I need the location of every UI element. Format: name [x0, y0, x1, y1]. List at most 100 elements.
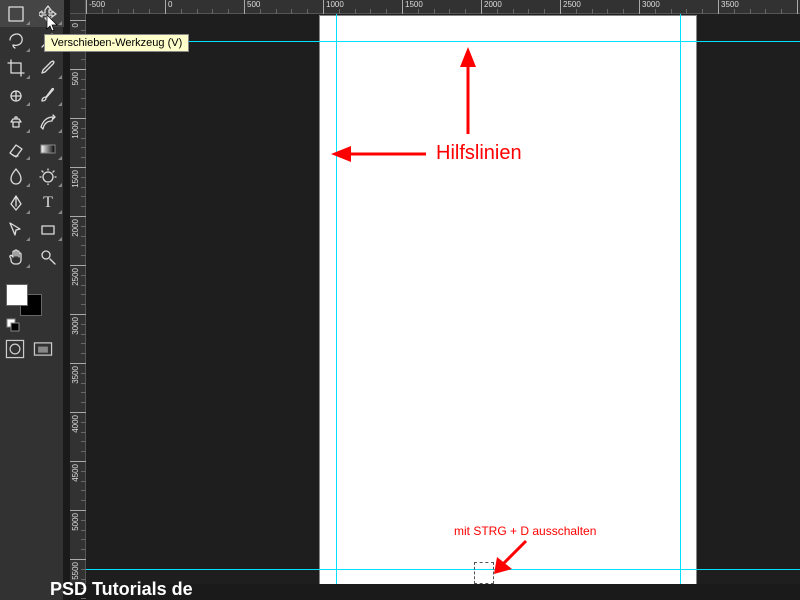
ruler-tick: 500 — [244, 0, 245, 14]
ruler-tick-label: 3500 — [721, 0, 739, 9]
ruler-tick: 5500 — [70, 559, 86, 560]
eraser-icon — [7, 140, 25, 158]
dodge-tool[interactable] — [32, 162, 64, 189]
pen-icon — [7, 194, 25, 212]
ruler-tick-label: 500 — [247, 0, 260, 9]
ruler-tick-label: 5500 — [72, 562, 80, 580]
ruler-tick-label: 3000 — [72, 317, 80, 335]
ruler-tick-label: 1500 — [72, 170, 80, 188]
zoom-icon — [39, 248, 57, 266]
clone-stamp-icon — [7, 113, 25, 131]
ruler-tick-label: 1000 — [72, 121, 80, 139]
type-icon: T — [43, 194, 53, 212]
ruler-horizontal[interactable]: -500050010001500200025003000350040004500 — [86, 0, 800, 14]
blur-icon — [7, 167, 25, 185]
tooltip-text: Verschieben-Werkzeug (V) — [51, 37, 182, 49]
blur-tool[interactable] — [0, 162, 32, 189]
rectangular-marquee-icon — [7, 5, 25, 23]
rectangle-tool[interactable] — [32, 216, 64, 243]
move-tool[interactable] — [32, 0, 64, 27]
ruler-tick: 2500 — [560, 0, 561, 14]
hand-icon — [7, 248, 25, 266]
guide-vertical[interactable] — [680, 14, 681, 584]
color-swatches[interactable] — [6, 284, 36, 314]
ruler-tick: 2500 — [70, 265, 86, 266]
path-selection-icon — [7, 221, 25, 239]
tool-tooltip: Verschieben-Werkzeug (V) — [44, 34, 189, 52]
canvas-area[interactable]: Hilfslinien mit STRG + D ausschalten — [86, 14, 800, 584]
ruler-tick-label: 0 — [72, 23, 80, 27]
ruler-tick-label: 2000 — [72, 219, 80, 237]
ruler-tick: 3000 — [70, 314, 86, 315]
selection-marquee — [474, 562, 494, 584]
healing-brush-icon — [7, 86, 25, 104]
eyedropper-tool[interactable] — [32, 54, 64, 81]
ruler-tick: 3500 — [718, 0, 719, 14]
clone-stamp-tool[interactable] — [0, 108, 32, 135]
annotation-ctrl-d: mit STRG + D ausschalten — [454, 524, 596, 538]
ruler-tick-label: 5000 — [72, 513, 80, 531]
ruler-tick: 500 — [70, 69, 86, 70]
annotation-guides-label: Hilfslinien — [436, 142, 522, 165]
eyedropper-icon — [39, 59, 57, 77]
document-canvas[interactable] — [320, 16, 696, 584]
ruler-tick-label: 2000 — [484, 0, 502, 9]
ruler-tick-label: 1500 — [405, 0, 423, 9]
dodge-icon — [39, 167, 57, 185]
path-selection-tool[interactable] — [0, 216, 32, 243]
eraser-tool[interactable] — [0, 135, 32, 162]
ruler-tick: 3000 — [639, 0, 640, 14]
ruler-tick: 5000 — [70, 510, 86, 511]
crop-icon — [7, 59, 25, 77]
pen-tool[interactable] — [0, 189, 32, 216]
crop-tool[interactable] — [0, 54, 32, 81]
rectangle-icon — [39, 221, 57, 239]
ruler-tick-label: 1000 — [326, 0, 344, 9]
ruler-tick-label: 2500 — [72, 268, 80, 286]
ruler-origin-corner[interactable] — [70, 0, 86, 14]
guide-vertical[interactable] — [336, 14, 337, 584]
lasso-icon — [7, 32, 25, 50]
ruler-tick: 2000 — [481, 0, 482, 14]
ruler-tick-label: 4500 — [72, 464, 80, 482]
ruler-tick-label: -500 — [89, 0, 105, 9]
brush-tool[interactable] — [32, 81, 64, 108]
history-brush-icon — [39, 113, 57, 131]
brush-icon — [39, 86, 57, 104]
move-icon — [39, 5, 57, 23]
default-colors-icon[interactable] — [6, 318, 20, 332]
ruler-tick: 0 — [165, 0, 166, 14]
zoom-tool[interactable] — [32, 243, 64, 270]
ruler-tick: 1500 — [402, 0, 403, 14]
ruler-tick: 4500 — [70, 461, 86, 462]
ruler-tick-label: 2500 — [563, 0, 581, 9]
ruler-tick: 1000 — [70, 118, 86, 119]
quickmask-icon[interactable] — [4, 338, 26, 360]
guide-horizontal[interactable] — [86, 569, 800, 570]
ruler-tick: 4000 — [797, 0, 798, 14]
rectangular-marquee-tool[interactable] — [0, 0, 32, 27]
ruler-tick: 1000 — [323, 0, 324, 14]
type-tool[interactable]: T — [32, 189, 64, 216]
watermark-text: PSD Tutorials de — [50, 579, 193, 600]
guide-horizontal[interactable] — [86, 41, 800, 42]
ruler-tick-label: 3500 — [72, 366, 80, 384]
ruler-tick: 1500 — [70, 167, 86, 168]
ruler-tick: 3500 — [70, 363, 86, 364]
gradient-tool[interactable] — [32, 135, 64, 162]
tool-toolbar: T — [0, 0, 64, 600]
ruler-tick-label: 500 — [72, 72, 80, 85]
ruler-tick-label: 4000 — [72, 415, 80, 433]
history-brush-tool[interactable] — [32, 108, 64, 135]
ruler-tick: 0 — [70, 20, 86, 21]
ruler-tick-label: 0 — [168, 0, 172, 9]
lasso-tool[interactable] — [0, 27, 32, 54]
foreground-color-swatch[interactable] — [6, 284, 28, 306]
hand-tool[interactable] — [0, 243, 32, 270]
ruler-tick: 2000 — [70, 216, 86, 217]
ruler-vertical[interactable]: 0500100015002000250030003500400045005000… — [70, 14, 86, 584]
screenmode-icon[interactable] — [32, 338, 54, 360]
healing-brush-tool[interactable] — [0, 81, 32, 108]
ruler-tick-label: 3000 — [642, 0, 660, 9]
ruler-tick: 4000 — [70, 412, 86, 413]
